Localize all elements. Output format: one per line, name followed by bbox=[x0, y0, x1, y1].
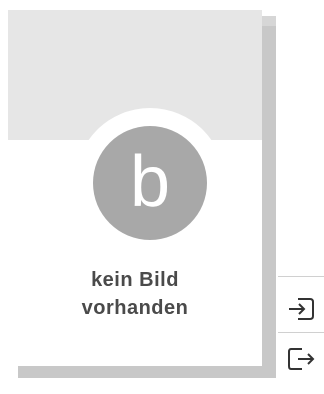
sign-out-icon bbox=[288, 348, 315, 370]
logo-letter: b bbox=[130, 142, 170, 222]
cover-placeholder: b kein Bild vorhanden bbox=[8, 10, 262, 366]
no-image-line-1: kein Bild bbox=[91, 269, 179, 291]
sign-out-button[interactable] bbox=[280, 336, 324, 380]
stage: b kein Bild vorhanden bbox=[0, 0, 324, 394]
no-image-label: kein Bild vorhanden bbox=[8, 266, 262, 322]
sign-in-button[interactable] bbox=[280, 286, 324, 330]
action-divider-middle bbox=[278, 332, 324, 333]
b-logo-icon: b bbox=[93, 126, 207, 240]
action-divider-top bbox=[278, 276, 324, 277]
sign-in-icon bbox=[289, 298, 314, 320]
no-image-line-2: vorhanden bbox=[81, 297, 189, 319]
